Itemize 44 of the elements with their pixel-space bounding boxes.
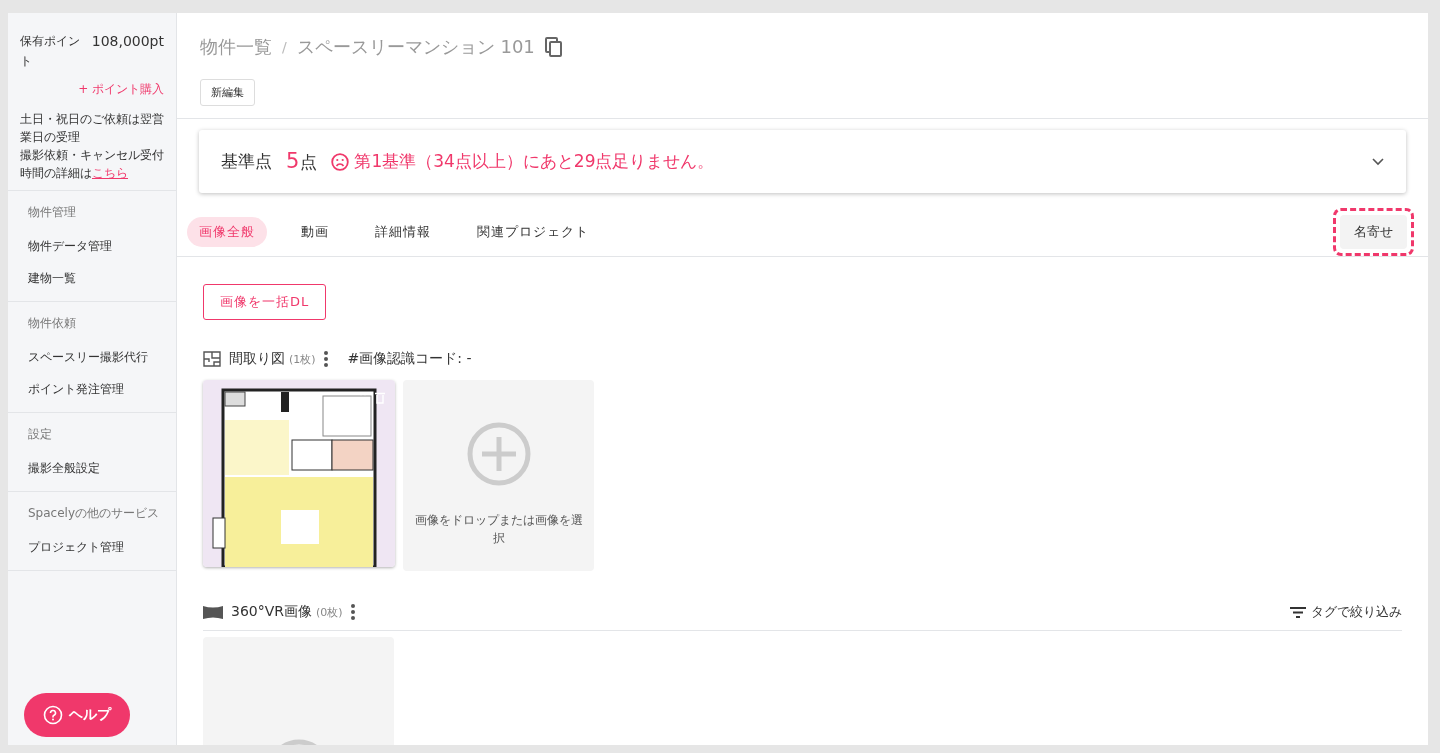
tab[interactable]: 動画	[289, 216, 341, 247]
recognition-code: #画像認識コード: -	[347, 350, 472, 368]
image-count: (1枚)	[289, 351, 316, 367]
score-label: 基準点	[221, 150, 272, 173]
merge-button[interactable]: 名寄せ	[1340, 214, 1407, 249]
image-drop-zone[interactable]: 画像をドロップまたは画像を選択	[403, 380, 594, 571]
floorplan-icon	[203, 351, 221, 367]
points-label: 保有ポイント	[20, 33, 81, 70]
tag-filter[interactable]: タグで絞り込み	[1290, 603, 1402, 621]
nav-item[interactable]: 物件データ管理	[8, 231, 176, 263]
nav-item[interactable]: 建物一覧	[8, 263, 176, 295]
nav-item[interactable]: 撮影全般設定	[8, 453, 176, 485]
nav-item[interactable]: ポイント発注管理	[8, 374, 176, 406]
notice-text: 撮影依頼・キャンセル受付時間の詳細はこちら	[20, 147, 164, 182]
bulk-download-button[interactable]: 画像を一括DL	[203, 284, 327, 320]
nav-heading: 物件管理	[27, 204, 77, 221]
notice-text: 土日・祝日のご依頼は翌営業日の受理	[20, 111, 164, 146]
score-message: 第1基準（34点以上）にあと29点足りません。	[354, 150, 715, 173]
points-value: 108,000pt	[91, 32, 164, 51]
breadcrumb-separator: /	[282, 39, 287, 55]
chevron-icon[interactable]	[1372, 157, 1384, 166]
nav-item[interactable]: プロジェクト管理	[8, 532, 176, 564]
section-title: 360°VR画像	[231, 603, 313, 621]
help-button[interactable]: ヘルプ	[24, 693, 130, 737]
buy-points-link[interactable]: + ポイント購入	[20, 81, 164, 98]
panorama-icon	[203, 605, 223, 619]
nav-heading: Spacelyの他のサービス	[27, 505, 160, 522]
filter-icon	[1290, 606, 1306, 618]
nav-heading: 物件依頼	[27, 315, 77, 332]
sad-face-icon	[331, 152, 350, 171]
details-link[interactable]: こちら	[92, 166, 128, 180]
edit-button[interactable]: 新編集	[200, 79, 255, 106]
score-value: 5点	[286, 149, 318, 174]
tab[interactable]: 詳細情報	[363, 216, 443, 247]
help-icon	[43, 705, 63, 725]
add-image-icon	[465, 421, 532, 487]
nav-heading: 設定	[27, 426, 53, 443]
image-count: (0枚)	[316, 604, 343, 620]
copy-icon[interactable]	[544, 37, 563, 57]
more-icon[interactable]	[323, 351, 328, 367]
tab[interactable]: 関連プロジェクト	[465, 216, 601, 247]
more-icon[interactable]	[350, 604, 355, 620]
section-title: 間取り図	[229, 350, 285, 368]
nav-item[interactable]: スペースリー撮影代行	[8, 342, 176, 374]
